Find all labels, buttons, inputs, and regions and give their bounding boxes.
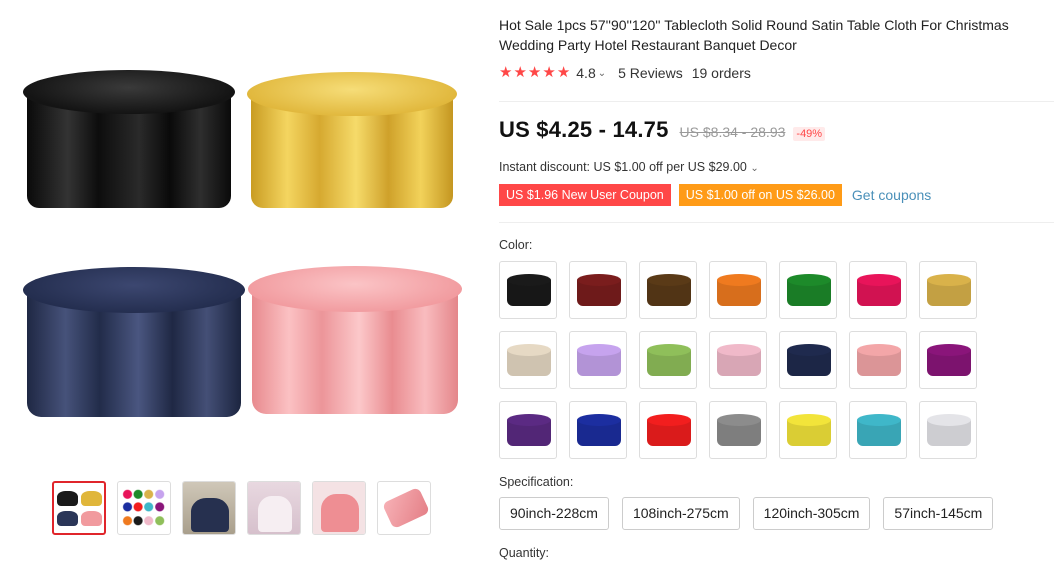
- navy-tablecloth: [23, 267, 245, 419]
- thumbnail-strip: [52, 481, 431, 535]
- gold-tablecloth: [247, 72, 457, 210]
- orders-count: 19 orders: [691, 65, 751, 81]
- specification-option[interactable]: 90inch-228cm: [499, 497, 609, 530]
- color-swatch[interactable]: [639, 331, 697, 389]
- main-product-image: [10, 50, 470, 450]
- color-swatch[interactable]: [849, 401, 907, 459]
- chevron-down-icon[interactable]: ⌄: [598, 68, 606, 79]
- star-icon: ★: [556, 64, 571, 81]
- color-swatch[interactable]: [709, 261, 767, 319]
- color-swatch[interactable]: [919, 331, 977, 389]
- specification-label: Specification:: [499, 475, 574, 489]
- divider: [499, 222, 1054, 223]
- color-swatch[interactable]: [569, 261, 627, 319]
- chevron-down-icon[interactable]: ⌄: [750, 163, 758, 174]
- reviews-link[interactable]: 5 Reviews: [618, 65, 683, 81]
- specification-option[interactable]: 108inch-275cm: [621, 497, 740, 530]
- star-icon: ★: [542, 64, 556, 81]
- divider: [499, 101, 1054, 102]
- new-user-coupon[interactable]: US $1.96 New User Coupon: [499, 184, 671, 206]
- thumb-variants[interactable]: [52, 481, 106, 535]
- thumb-navy-table[interactable]: [182, 481, 236, 535]
- color-swatch[interactable]: [569, 401, 627, 459]
- store-coupon[interactable]: US $1.00 off on US $26.00: [678, 184, 842, 206]
- rating-row: ★ ★ ★ ★ ★ 4.8 ⌄ 5 Reviews 19 orders: [499, 64, 751, 82]
- color-swatch[interactable]: [499, 401, 557, 459]
- color-swatch[interactable]: [919, 401, 977, 459]
- thumb-pink-fabric[interactable]: [377, 481, 431, 535]
- thumb-color-chart[interactable]: [117, 481, 171, 535]
- thumb-pink-table[interactable]: [312, 481, 366, 535]
- instant-discount[interactable]: Instant discount: US $1.00 off per US $2…: [499, 160, 759, 174]
- instant-discount-text: Instant discount: US $1.00 off per US $2…: [499, 160, 747, 174]
- current-price: US $4.25 - 14.75: [499, 117, 669, 142]
- rating-value[interactable]: 4.8: [576, 65, 595, 81]
- color-swatch[interactable]: [709, 331, 767, 389]
- price-row: US $4.25 - 14.75 US $8.34 - 28.93 -49%: [499, 117, 826, 143]
- color-swatch[interactable]: [849, 261, 907, 319]
- star-icon: ★: [499, 64, 513, 81]
- color-swatch[interactable]: [779, 261, 837, 319]
- star-rating: ★ ★ ★ ★ ★: [499, 64, 570, 82]
- color-label: Color:: [499, 238, 533, 252]
- star-icon: ★: [513, 64, 527, 81]
- product-title: Hot Sale 1pcs 57''90''120'' Tablecloth S…: [499, 17, 1009, 53]
- color-swatch[interactable]: [499, 331, 557, 389]
- coupon-row: US $1.96 New User Coupon US $1.00 off on…: [499, 184, 931, 206]
- discount-badge: -49%: [793, 127, 826, 141]
- color-swatch[interactable]: [639, 401, 697, 459]
- quantity-label: Quantity:: [499, 546, 550, 560]
- color-swatch[interactable]: [569, 331, 627, 389]
- black-tablecloth: [23, 70, 235, 210]
- color-swatch[interactable]: [849, 331, 907, 389]
- color-swatch[interactable]: [639, 261, 697, 319]
- thumb-white-table[interactable]: [247, 481, 301, 535]
- color-swatch[interactable]: [779, 331, 837, 389]
- specification-option[interactable]: 120inch-305cm: [752, 497, 871, 530]
- specification-option[interactable]: 57inch-145cm: [883, 497, 994, 530]
- pink-tablecloth: [248, 266, 462, 416]
- color-swatch[interactable]: [779, 401, 837, 459]
- color-swatch[interactable]: [499, 261, 557, 319]
- get-coupons-link[interactable]: Get coupons: [852, 187, 931, 203]
- color-swatch[interactable]: [919, 261, 977, 319]
- color-swatch-grid: [499, 261, 977, 459]
- specification-options: 90inch-228cm 108inch-275cm 120inch-305cm 57…: [499, 497, 994, 530]
- color-swatch[interactable]: [709, 401, 767, 459]
- star-icon: ★: [527, 64, 542, 81]
- original-price: US $8.34 - 28.93: [679, 124, 786, 140]
